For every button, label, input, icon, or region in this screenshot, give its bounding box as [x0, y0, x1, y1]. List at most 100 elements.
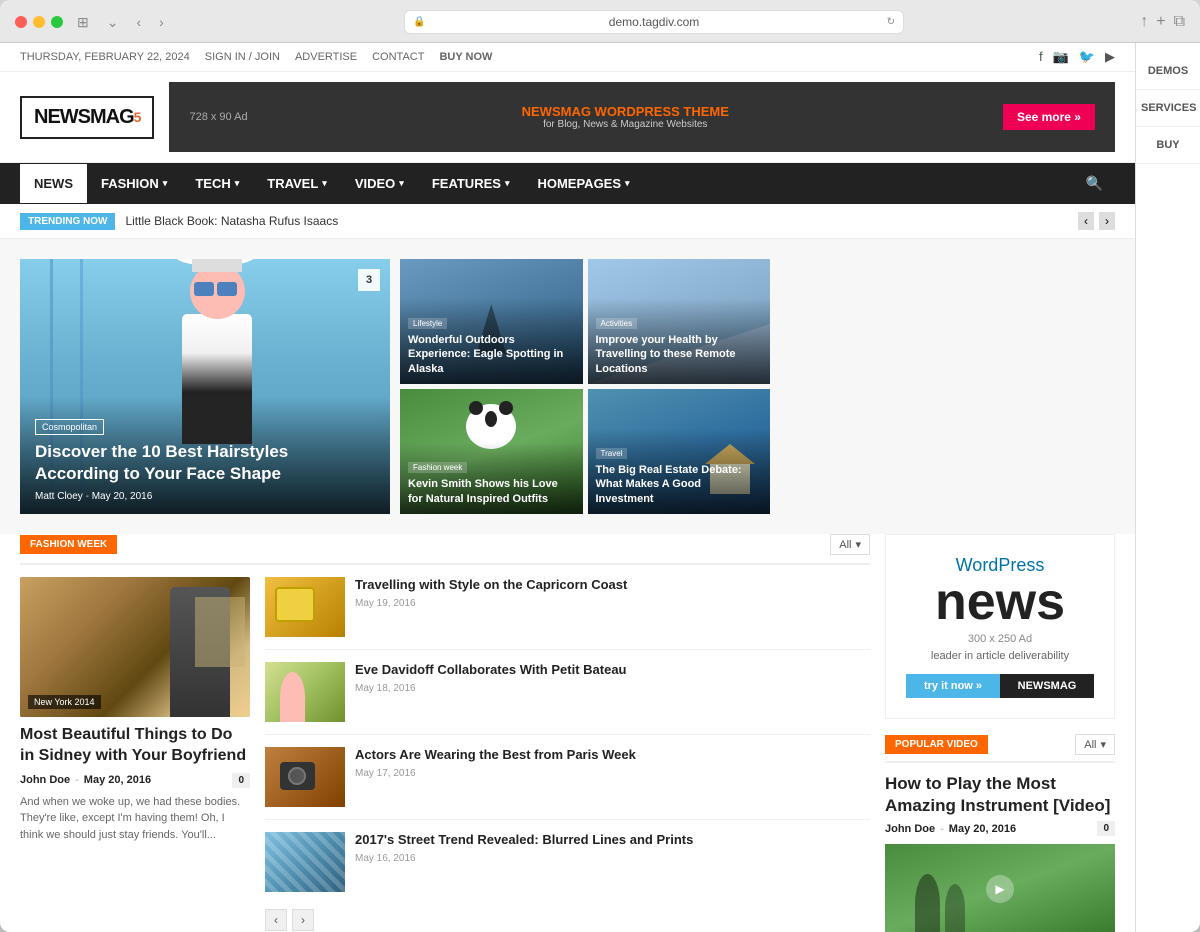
featured-comments-count: 0 — [232, 773, 250, 788]
ad-try-now-button[interactable]: try it now » — [906, 674, 1000, 698]
search-icon[interactable]: 🔍 — [1074, 163, 1115, 204]
hero-title: Discover the 10 Best Hairstyles Accordin… — [35, 441, 375, 485]
chevron-down-icon: ▾ — [163, 178, 168, 189]
twitter-icon[interactable]: 🐦 — [1079, 49, 1095, 65]
small-articles-list: Travelling with Style on the Capricorn C… — [265, 577, 870, 931]
featured-article-title[interactable]: Most Beautiful Things to Do in Sidney wi… — [20, 725, 250, 767]
article-card-4[interactable]: Travel The Big Real Estate Debate: What … — [588, 389, 771, 514]
ad-banner: 728 x 90 Ad NEWSMAG WORDPRESS THEME for … — [169, 82, 1115, 152]
small-article-2[interactable]: Eve Davidoff Collaborates With Petit Bat… — [265, 662, 870, 735]
hero-meta: Matt Cloey - May 20, 2016 — [35, 491, 375, 502]
small-article-2-info: Eve Davidoff Collaborates With Petit Bat… — [355, 662, 870, 722]
advertise-link[interactable]: ADVERTISE — [295, 51, 357, 63]
side-panel-demos[interactable]: DEMOS — [1136, 53, 1200, 90]
nav-item-homepages[interactable]: HOMEPAGES ▾ — [523, 164, 643, 203]
nav-item-news[interactable]: NEWS — [20, 164, 87, 203]
lock-icon: 🔒 — [413, 17, 425, 28]
article-3-title: Kevin Smith Shows his Love for Natural I… — [408, 477, 575, 506]
next-page-button[interactable]: › — [292, 909, 314, 931]
window-layout-button[interactable]: ⊞ — [73, 12, 93, 33]
small-article-2-image — [265, 662, 345, 722]
prev-page-button[interactable]: ‹ — [265, 909, 287, 931]
popular-video-all-label: All — [1084, 739, 1096, 751]
nav-item-features[interactable]: FEATURES ▾ — [418, 164, 524, 203]
maximize-button[interactable] — [51, 16, 63, 28]
small-article-4-title: 2017's Street Trend Revealed: Blurred Li… — [355, 832, 870, 849]
small-article-4-image — [265, 832, 345, 892]
article-card-3[interactable]: Fashion week Kevin Smith Shows his Love … — [400, 389, 583, 514]
article-card-2[interactable]: Activities Improve your Health by Travel… — [588, 259, 771, 384]
popular-video-section: POPULAR VIDEO All ▾ How to Play the Most… — [885, 734, 1115, 932]
youtube-icon[interactable]: ▶ — [1105, 49, 1115, 65]
dropdown-chevron-icon: ▾ — [855, 538, 861, 551]
site-header: NEWSMAG5 728 x 90 Ad NEWSMAG WORDPRESS T… — [0, 72, 1135, 163]
popular-video-author: John Doe - May 20, 2016 0 — [885, 821, 1115, 836]
article-4-category: Travel — [596, 448, 628, 459]
hero-category-badge: Cosmopolitan — [35, 419, 104, 435]
popular-video-all-dropdown[interactable]: All ▾ — [1075, 734, 1115, 755]
reload-icon[interactable]: ↻ — [887, 17, 895, 28]
fashion-week-badge: FASHION WEEK — [20, 535, 117, 554]
article-4-title: The Big Real Estate Debate: What Makes A… — [596, 463, 763, 506]
featured-article-image[interactable]: New York 2014 — [20, 577, 250, 717]
close-button[interactable] — [15, 16, 27, 28]
nav-item-tech[interactable]: TECH ▾ — [181, 164, 253, 203]
section-pagination: ‹ › — [265, 909, 870, 931]
site-logo[interactable]: NEWSMAG5 — [20, 96, 154, 139]
browser-actions: ↑ + ⧉ — [1140, 13, 1185, 31]
trending-navigation: ‹ › — [1078, 212, 1115, 230]
minimize-button[interactable] — [33, 16, 45, 28]
back-button[interactable]: ‹ — [132, 12, 145, 32]
tabs-icon[interactable]: ⧉ — [1174, 13, 1185, 31]
share-icon[interactable]: ↑ — [1140, 13, 1148, 31]
chevron-down-icon: ▾ — [322, 178, 327, 189]
contact-link[interactable]: CONTACT — [372, 51, 424, 63]
sign-in-link[interactable]: SIGN IN / JOIN — [205, 51, 280, 63]
buy-now-link[interactable]: BUY NOW — [439, 51, 492, 63]
address-bar[interactable]: 🔒 demo.tagdiv.com ↻ — [404, 10, 904, 34]
logo-text: NEWSMAG — [34, 106, 134, 129]
ad-newsmag-button[interactable]: NEWSMAG — [1000, 674, 1094, 698]
side-panel-services[interactable]: SERVICES — [1136, 90, 1200, 127]
all-label: All — [839, 539, 851, 551]
nav-item-video[interactable]: VIDEO ▾ — [341, 164, 418, 203]
add-tab-icon[interactable]: + — [1156, 13, 1165, 31]
small-article-1-date: May 19, 2016 — [355, 598, 870, 609]
trending-text: Little Black Book: Natasha Rufus Isaacs — [125, 214, 1068, 228]
featured-article-excerpt: And when we woke up, we had these bodies… — [20, 794, 250, 844]
right-articles-grid: Lifestyle Wonderful Outdoors Experience:… — [400, 259, 770, 514]
small-article-4[interactable]: 2017's Street Trend Revealed: Blurred Li… — [265, 832, 870, 904]
small-article-3-info: Actors Are Wearing the Best from Paris W… — [355, 747, 870, 807]
small-article-3-image — [265, 747, 345, 807]
ad-cta-button[interactable]: See more » — [1003, 104, 1095, 130]
side-panel-buy[interactable]: BUY — [1136, 127, 1200, 164]
instagram-icon[interactable]: 📷 — [1053, 49, 1069, 65]
sidebar: WordPress news 300 x 250 Ad leader in ar… — [885, 534, 1115, 932]
trending-prev-button[interactable]: ‹ — [1078, 212, 1094, 230]
popular-video-thumbnail[interactable]: ▶ — [885, 844, 1115, 932]
hero-author: Matt Cloey — [35, 491, 83, 502]
nav-item-travel[interactable]: TRAVEL ▾ — [253, 164, 341, 203]
ad-widget-buttons: try it now » NEWSMAG — [906, 674, 1094, 698]
popular-video-badge: POPULAR VIDEO — [885, 735, 988, 754]
trending-next-button[interactable]: › — [1099, 212, 1115, 230]
forward-button[interactable]: › — [155, 12, 168, 32]
hero-article[interactable]: 3 Cosmopolitan Discover the 10 Best Hair… — [20, 259, 390, 514]
nav-item-fashion[interactable]: FASHION ▾ — [87, 164, 181, 203]
small-article-1-info: Travelling with Style on the Capricorn C… — [355, 577, 870, 637]
fashion-week-all-dropdown[interactable]: All ▾ — [830, 534, 870, 555]
article-card-1[interactable]: Lifestyle Wonderful Outdoors Experience:… — [400, 259, 583, 384]
top-bar: THURSDAY, FEBRUARY 22, 2024 SIGN IN / JO… — [0, 43, 1135, 72]
popular-video-title[interactable]: How to Play the Most Amazing Instrument … — [885, 773, 1115, 817]
chevron-down-icon[interactable]: ⌄ — [103, 12, 123, 33]
url-text: demo.tagdiv.com — [609, 15, 700, 29]
ad-widget-size: 300 x 250 Ad — [906, 633, 1094, 645]
small-article-1-image — [265, 577, 345, 637]
small-article-2-title: Eve Davidoff Collaborates With Petit Bat… — [355, 662, 870, 679]
video-author-name: John Doe — [885, 823, 935, 835]
small-article-1[interactable]: Travelling with Style on the Capricorn C… — [265, 577, 870, 650]
small-article-3[interactable]: Actors Are Wearing the Best from Paris W… — [265, 747, 870, 820]
chevron-down-icon: ▾ — [399, 178, 404, 189]
facebook-icon[interactable]: f — [1039, 49, 1043, 65]
small-article-3-date: May 17, 2016 — [355, 768, 870, 779]
